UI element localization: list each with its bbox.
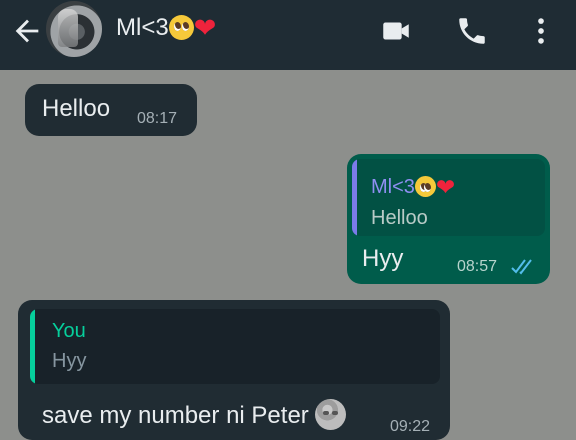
voice-call-icon[interactable] (455, 14, 489, 48)
contact-title[interactable]: Ml<3 ❤ (116, 13, 216, 43)
red-heart-emoji: ❤ (435, 174, 456, 200)
pleading-face-emoji (168, 15, 194, 40)
moon-face-emoji (315, 399, 347, 430)
pleading-face-emoji (414, 176, 436, 197)
quoted-message[interactable]: Ml<3 ❤ Helloo (352, 159, 545, 236)
quote-accent-bar (30, 309, 35, 384)
message-bubble-incoming[interactable]: Helloo 08:17 (25, 84, 197, 136)
double-check-read-icon (511, 259, 532, 275)
quoted-text: Helloo (371, 207, 428, 229)
chat-header: Ml<3 ❤ (0, 0, 576, 70)
message-time: 08:17 (137, 110, 178, 127)
avatar[interactable] (46, 1, 102, 57)
quote-accent-bar (352, 159, 357, 236)
quoted-author: Ml<3 ❤ (371, 174, 456, 200)
back-arrow-icon[interactable] (10, 14, 44, 48)
message-time: 08:57 (457, 258, 498, 275)
message-text: Hyy (362, 245, 404, 272)
quoted-message[interactable]: You Hyy (30, 309, 440, 384)
quoted-author: You (52, 320, 86, 342)
message-bubble-outgoing[interactable]: Ml<3 ❤ Helloo Hyy 08:57 (347, 154, 550, 284)
message-time: 09:22 (390, 418, 431, 435)
contact-name: Ml<3 (116, 14, 169, 41)
red-heart-emoji: ❤ (193, 13, 217, 43)
message-text: Helloo (42, 95, 111, 122)
message-text: save my number ni Peter (42, 399, 347, 430)
quoted-text: Hyy (52, 350, 87, 372)
video-call-icon[interactable] (379, 14, 413, 48)
message-bubble-incoming[interactable]: You Hyy save my number ni Peter 09:22 (18, 300, 450, 440)
more-options-icon[interactable] (524, 14, 558, 48)
